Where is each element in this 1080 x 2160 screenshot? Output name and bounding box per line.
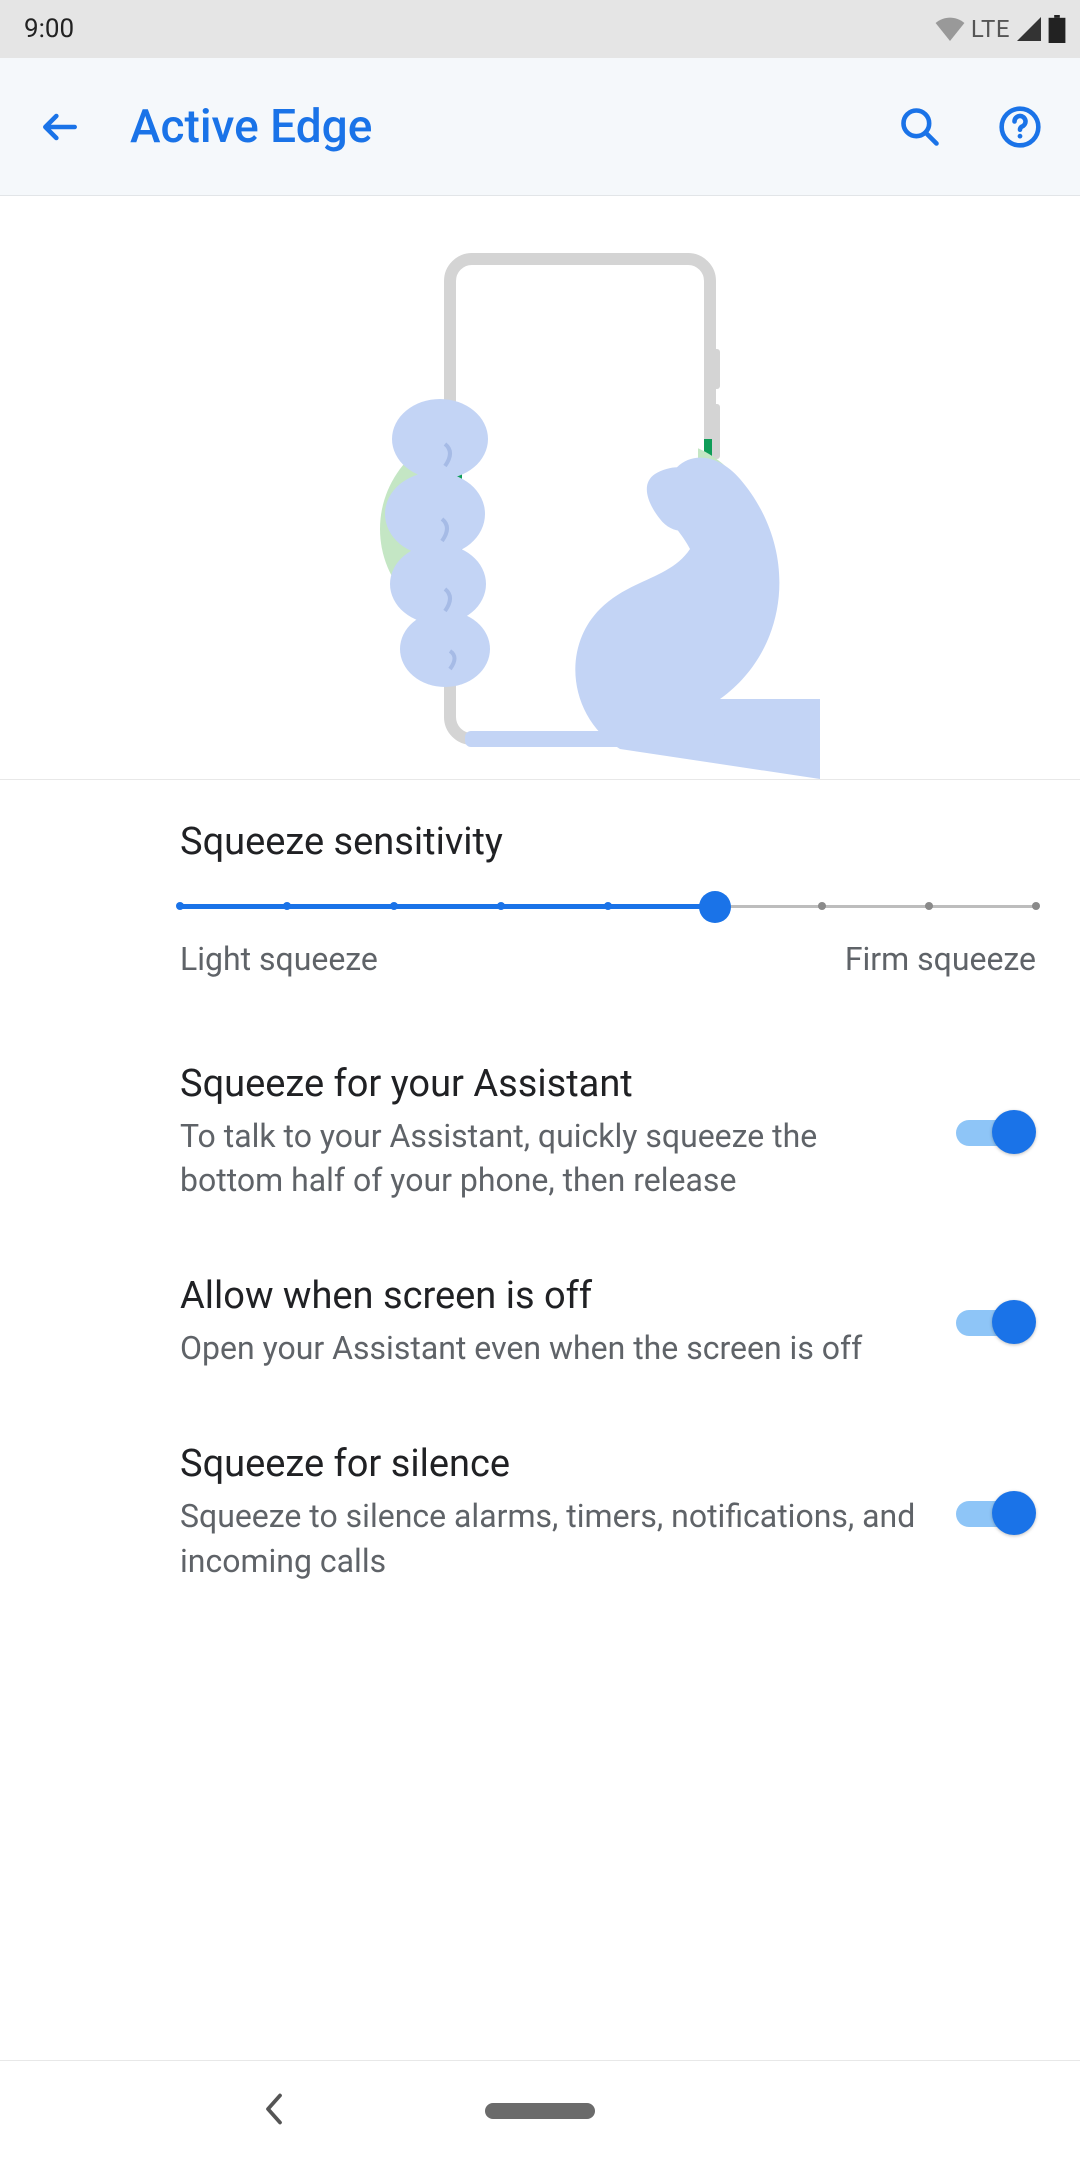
lte-label: LTE (971, 15, 1010, 43)
search-icon (898, 105, 942, 149)
signal-icon (1016, 17, 1042, 41)
slider-max-label: Firm squeeze (845, 940, 1036, 978)
battery-icon (1048, 15, 1066, 43)
switch-thumb (992, 1110, 1036, 1154)
chevron-left-icon (260, 2091, 288, 2127)
slider-tick (604, 902, 612, 910)
switch-thumb (992, 1491, 1036, 1535)
switch-thumb (992, 1300, 1036, 1344)
pref-subtitle: Squeeze to silence alarms, timers, notif… (180, 1494, 926, 1582)
slider-tick (1032, 902, 1040, 910)
app-bar: Active Edge (0, 58, 1080, 196)
slider-tick (497, 902, 505, 910)
slider-tick (390, 902, 398, 910)
page-title: Active Edge (130, 100, 850, 154)
slider-tick (925, 902, 933, 910)
help-button[interactable] (990, 97, 1050, 157)
slider-tick (176, 902, 184, 910)
back-button[interactable] (30, 97, 90, 157)
pref-title: Squeeze for silence (180, 1442, 926, 1486)
slider-tick (818, 902, 826, 910)
pref-subtitle: Open your Assistant even when the screen… (180, 1326, 926, 1370)
arrow-back-icon (38, 105, 82, 149)
pref-squeeze-silence[interactable]: Squeeze for silence Squeeze to silence al… (0, 1406, 1080, 1618)
nav-back-button[interactable] (260, 2091, 288, 2131)
nav-home-pill[interactable] (485, 2103, 595, 2119)
toggle-switch[interactable] (956, 1491, 1036, 1535)
slider-thumb[interactable] (699, 891, 731, 923)
help-icon (998, 105, 1042, 149)
wifi-icon (935, 17, 965, 41)
pref-subtitle: To talk to your Assistant, quickly squee… (180, 1114, 926, 1202)
slider-tick (283, 902, 291, 910)
pref-text: Squeeze for silence Squeeze to silence al… (180, 1442, 926, 1582)
slider-min-label: Light squeeze (180, 940, 378, 978)
toggle-switch[interactable] (956, 1110, 1036, 1154)
sensitivity-slider[interactable] (180, 892, 1036, 922)
toggle-switch[interactable] (956, 1300, 1036, 1344)
status-icons: LTE (935, 15, 1066, 43)
slider-labels: Light squeeze Firm squeeze (180, 940, 1036, 978)
squeeze-phone-illustration (260, 219, 820, 779)
system-nav-bar (0, 2060, 1080, 2160)
pref-squeeze-assistant[interactable]: Squeeze for your Assistant To talk to you… (0, 1026, 1080, 1238)
pref-title: Squeeze for your Assistant (180, 1062, 926, 1106)
search-button[interactable] (890, 97, 950, 157)
hero-illustration (0, 196, 1080, 780)
sensitivity-section: Squeeze sensitivity Light squeeze Firm s… (0, 780, 1080, 1026)
status-bar: 9:00 LTE (0, 0, 1080, 58)
pref-title: Allow when screen is off (180, 1274, 926, 1318)
pref-allow-screen-off[interactable]: Allow when screen is off Open your Assist… (0, 1238, 1080, 1406)
sensitivity-label: Squeeze sensitivity (180, 820, 1036, 864)
pref-text: Allow when screen is off Open your Assist… (180, 1274, 926, 1370)
status-time: 9:00 (24, 14, 74, 44)
pref-text: Squeeze for your Assistant To talk to you… (180, 1062, 926, 1202)
